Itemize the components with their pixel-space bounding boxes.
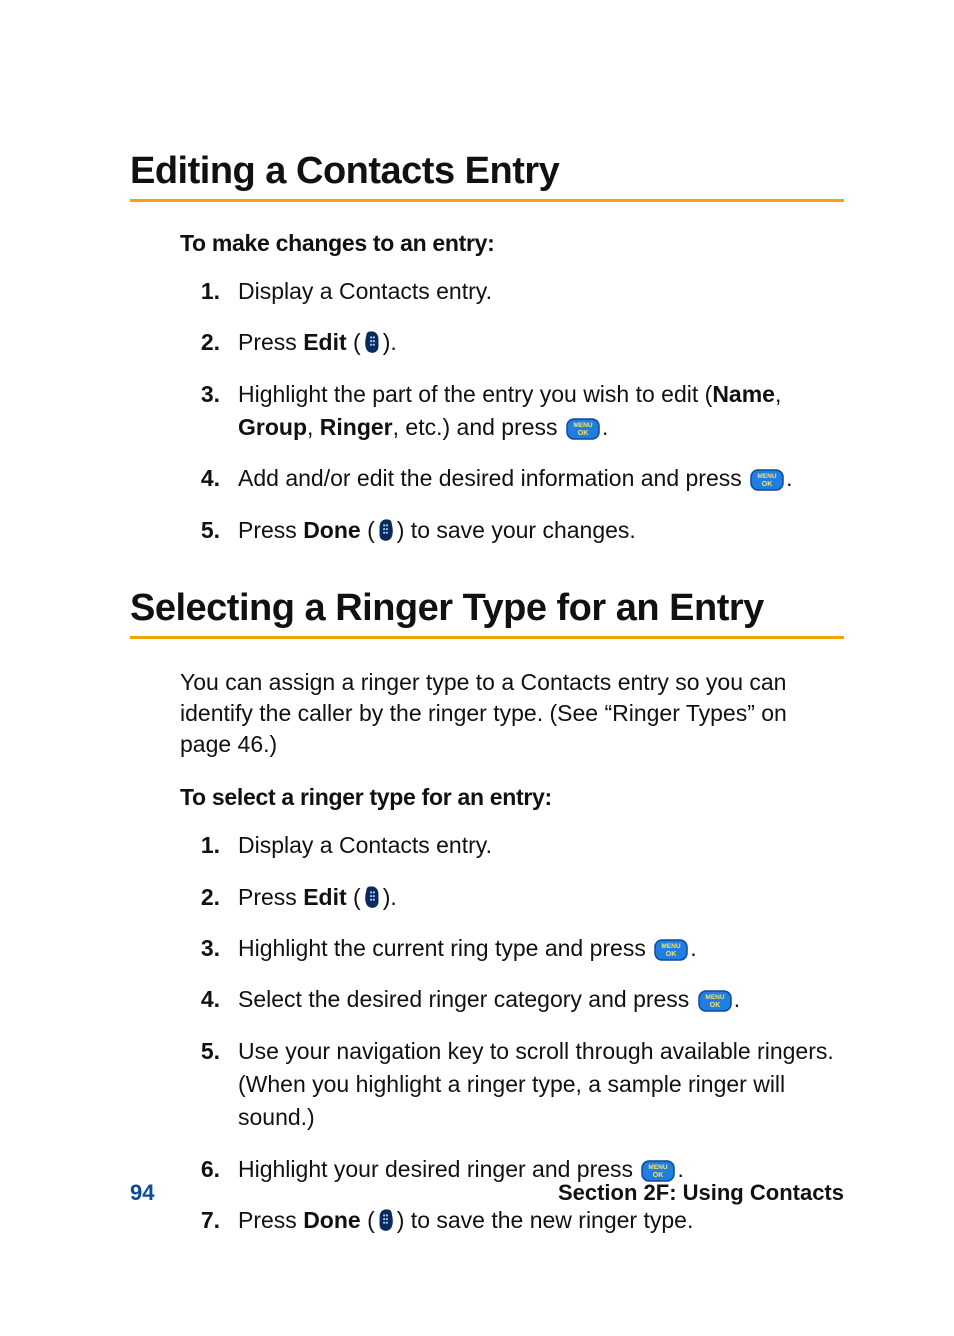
step-text-bold: Done <box>303 517 361 543</box>
step-text-pre: Highlight the part of the entry you wish… <box>238 381 712 407</box>
step-2: Press Edit (). <box>180 326 838 359</box>
step-text-post2: . <box>602 414 608 440</box>
heading-editing-contacts: Editing a Contacts Entry <box>130 150 844 193</box>
step-text-paren-open: ( <box>361 517 375 543</box>
step-2: Press Edit (). <box>180 881 838 914</box>
menu-ok-icon <box>641 1158 675 1180</box>
step-text-bold-ringer: Ringer <box>320 414 393 440</box>
step-5: Press Done ( ) to save your changes. <box>180 514 838 547</box>
section-rule <box>130 199 844 202</box>
step-text: Use your navigation key to scroll throug… <box>238 1038 834 1131</box>
step-text-pre: Press <box>238 329 303 355</box>
step-text-paren-close: ). <box>383 329 397 355</box>
step-text: Display a Contacts entry. <box>238 278 492 304</box>
step-text-pre: Highlight the current ring type and pres… <box>238 935 652 961</box>
section-rule <box>130 636 844 639</box>
step-text-pre: Select the desired ringer category and p… <box>238 986 696 1012</box>
para-ringer-intro: You can assign a ringer type to a Contac… <box>180 667 800 760</box>
step-1: Display a Contacts entry. <box>180 275 838 308</box>
step-text-bold: Done <box>303 1207 361 1233</box>
step-text-post: . <box>677 1156 683 1182</box>
step-text-bold-name: Name <box>712 381 775 407</box>
step-text-bold: Edit <box>303 884 346 910</box>
intro-edit-entry: To make changes to an entry: <box>180 230 844 257</box>
left-softkey-icon <box>377 1208 395 1232</box>
menu-ok-icon <box>654 937 688 959</box>
step-text-bold: Edit <box>303 329 346 355</box>
step-text-post: . <box>690 935 696 961</box>
step-text-comma: , <box>307 414 320 440</box>
step-text-paren-open: ( <box>347 884 361 910</box>
intro-select-ringer: To select a ringer type for an entry: <box>180 784 844 811</box>
step-text-bold-group: Group <box>238 414 307 440</box>
step-text-post1: , etc.) and press <box>393 414 564 440</box>
step-text-pre: Press <box>238 517 303 543</box>
left-softkey-icon <box>377 518 395 542</box>
manual-page: Editing a Contacts Entry To make changes… <box>0 0 954 1336</box>
step-text-pre: Highlight your desired ringer and press <box>238 1156 639 1182</box>
step-text-pre: Press <box>238 884 303 910</box>
step-1: Display a Contacts entry. <box>180 829 838 862</box>
step-text-paren-close: ) to save the new ringer type. <box>397 1207 694 1233</box>
step-3: Highlight the part of the entry you wish… <box>180 378 838 445</box>
step-7: Press Done ( ) to save the new ringer typ… <box>180 1204 838 1237</box>
step-3: Highlight the current ring type and pres… <box>180 932 838 965</box>
step-4: Select the desired ringer category and p… <box>180 983 838 1016</box>
step-4: Add and/or edit the desired information … <box>180 462 838 495</box>
step-text-post: . <box>734 986 740 1012</box>
step-text-paren-close: ). <box>383 884 397 910</box>
steps-edit-entry: Display a Contacts entry. Press Edit ().… <box>180 275 844 547</box>
step-5: Use your navigation key to scroll throug… <box>180 1035 838 1135</box>
footer-section-label: Section 2F: Using Contacts <box>558 1180 844 1206</box>
right-softkey-icon <box>363 330 381 354</box>
step-text-pre: Add and/or edit the desired information … <box>238 465 748 491</box>
step-text-paren-close: ) to save your changes. <box>397 517 636 543</box>
menu-ok-icon <box>750 467 784 489</box>
steps-select-ringer: Display a Contacts entry. Press Edit ().… <box>180 829 844 1237</box>
step-text-paren-open: ( <box>347 329 361 355</box>
step-text: Display a Contacts entry. <box>238 832 492 858</box>
page-footer: 94 Section 2F: Using Contacts <box>130 1180 844 1206</box>
step-text-comma: , <box>775 381 781 407</box>
menu-ok-icon <box>566 416 600 438</box>
step-text-paren-open: ( <box>361 1207 375 1233</box>
page-number: 94 <box>130 1180 154 1206</box>
menu-ok-icon <box>698 988 732 1010</box>
heading-selecting-ringer: Selecting a Ringer Type for an Entry <box>130 587 844 630</box>
right-softkey-icon <box>363 885 381 909</box>
step-text-post: . <box>786 465 792 491</box>
step-text-pre: Press <box>238 1207 303 1233</box>
